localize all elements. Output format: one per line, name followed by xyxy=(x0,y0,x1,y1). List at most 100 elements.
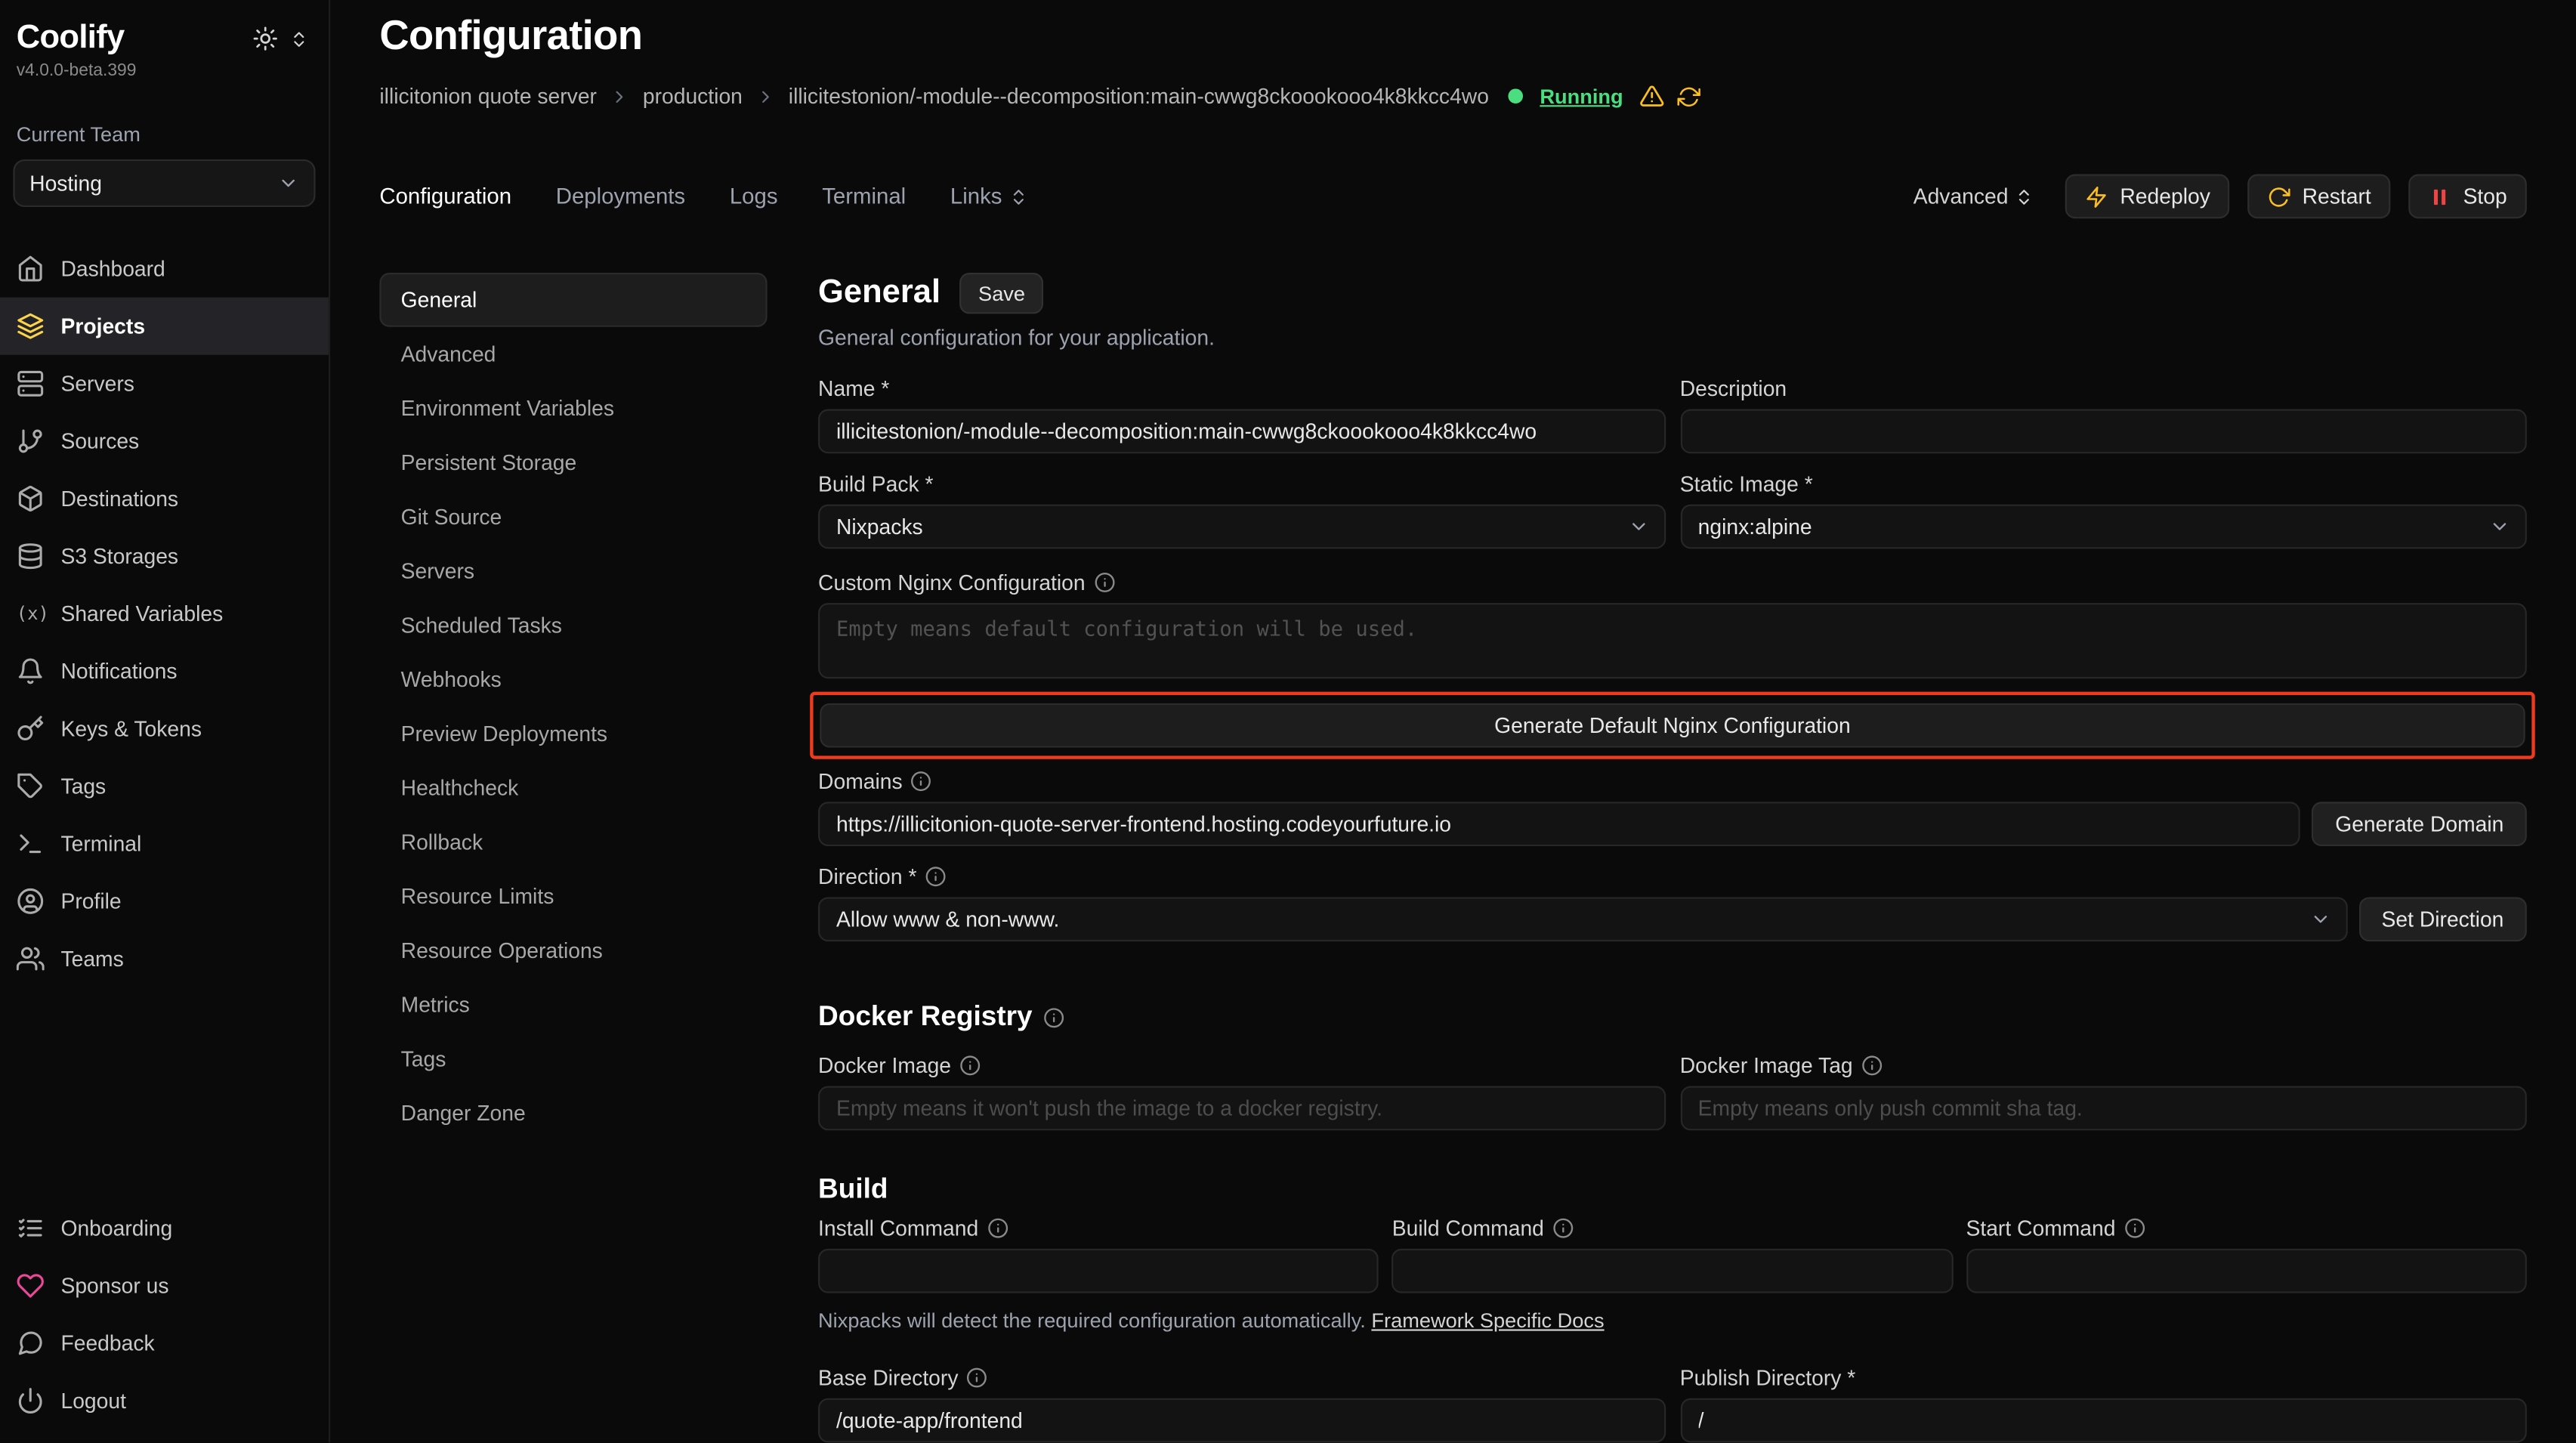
sidebar-item-servers[interactable]: Servers xyxy=(0,355,329,413)
sidebar-item-keys-tokens[interactable]: Keys & Tokens xyxy=(0,700,329,757)
config-nav-environment-variables[interactable]: Environment Variables xyxy=(379,382,767,436)
tab-terminal[interactable]: Terminal xyxy=(822,184,906,209)
sidebar-item-feedback[interactable]: Feedback xyxy=(0,1315,329,1372)
info-icon xyxy=(1044,1006,1065,1027)
chevron-down-icon xyxy=(2309,909,2330,930)
users-icon xyxy=(17,945,45,973)
sidebar-item-tags[interactable]: Tags xyxy=(0,758,329,815)
sidebar-item-label: Sources xyxy=(60,429,139,454)
build-pack-select[interactable]: Nixpacks xyxy=(818,505,1665,549)
nixpacks-helper-text: Nixpacks will detect the required config… xyxy=(818,1309,2527,1332)
info-icon xyxy=(959,1055,981,1076)
page-title: Configuration xyxy=(379,13,2526,60)
nginx-config-textarea[interactable] xyxy=(818,603,2527,678)
sidebar-item-label: Terminal xyxy=(60,831,141,856)
sidebar-item-logout[interactable]: Logout xyxy=(0,1372,329,1429)
chevrons-up-down-icon[interactable] xyxy=(289,29,309,48)
name-input[interactable] xyxy=(818,409,1665,454)
sidebar-item-teams[interactable]: Teams xyxy=(0,930,329,987)
config-subnav: General Advanced Environment Variables P… xyxy=(379,273,767,1140)
sidebar-item-sponsor[interactable]: Sponsor us xyxy=(0,1257,329,1315)
base-directory-field-group: Base Directory xyxy=(818,1365,1665,1442)
chevron-right-icon xyxy=(755,86,775,106)
save-button[interactable]: Save xyxy=(960,273,1043,314)
sidebar-item-dashboard[interactable]: Dashboard xyxy=(0,240,329,298)
base-directory-label: Base Directory xyxy=(818,1365,958,1390)
status-badge[interactable]: Running xyxy=(1540,85,1623,107)
config-nav-preview-deployments[interactable]: Preview Deployments xyxy=(379,706,767,761)
direction-select[interactable]: Allow www & non-www. xyxy=(818,897,2347,941)
config-nav-general[interactable]: General xyxy=(379,273,767,327)
publish-directory-input[interactable] xyxy=(1680,1398,2527,1443)
install-command-input[interactable] xyxy=(818,1249,1379,1293)
message-icon xyxy=(17,1329,45,1357)
breadcrumb-environment[interactable]: production xyxy=(643,84,743,109)
config-nav-metrics[interactable]: Metrics xyxy=(379,978,767,1032)
toolbar: Configuration Deployments Logs Terminal … xyxy=(379,175,2526,219)
sun-icon[interactable] xyxy=(253,26,278,51)
config-nav-git-source[interactable]: Git Source xyxy=(379,490,767,544)
config-nav-persistent-storage[interactable]: Persistent Storage xyxy=(379,435,767,490)
sidebar-item-profile[interactable]: Profile xyxy=(0,873,329,930)
description-input[interactable] xyxy=(1680,409,2527,454)
breadcrumb-application[interactable]: illicitestonion/-module--decomposition:m… xyxy=(789,84,1489,109)
sidebar-item-projects[interactable]: Projects xyxy=(0,298,329,355)
docker-image-input[interactable] xyxy=(818,1086,1665,1131)
tab-configuration[interactable]: Configuration xyxy=(379,184,511,209)
sidebar-item-shared-variables[interactable]: (x) Shared Variables xyxy=(0,585,329,642)
docker-image-tag-input[interactable] xyxy=(1680,1086,2527,1131)
config-nav-resource-limits[interactable]: Resource Limits xyxy=(379,869,767,923)
restart-icon xyxy=(2268,185,2290,208)
sidebar-item-terminal[interactable]: Terminal xyxy=(0,815,329,873)
tab-deployments[interactable]: Deployments xyxy=(556,184,685,209)
status-dot xyxy=(1509,88,1524,104)
framework-docs-link[interactable]: Framework Specific Docs xyxy=(1371,1309,1604,1332)
sidebar-item-onboarding[interactable]: Onboarding xyxy=(0,1200,329,1257)
base-directory-input[interactable] xyxy=(818,1398,1665,1443)
refresh-status-icon[interactable] xyxy=(1677,85,1700,107)
generate-domain-button[interactable]: Generate Domain xyxy=(2312,802,2527,846)
sidebar-item-label: Keys & Tokens xyxy=(60,716,202,741)
docker-image-label: Docker Image xyxy=(818,1053,951,1078)
sidebar-item-notifications[interactable]: Notifications xyxy=(0,642,329,700)
action-buttons: Advanced Redeploy Restart Stop xyxy=(1913,175,2527,219)
sidebar-item-destinations[interactable]: Destinations xyxy=(0,470,329,527)
build-command-input[interactable] xyxy=(1392,1249,1953,1293)
current-team-label: Current Team xyxy=(0,81,329,147)
config-nav-webhooks[interactable]: Webhooks xyxy=(379,652,767,706)
tab-links[interactable]: Links xyxy=(950,184,1028,209)
config-nav-tags[interactable]: Tags xyxy=(379,1032,767,1086)
config-nav-servers[interactable]: Servers xyxy=(379,544,767,598)
info-icon xyxy=(1552,1218,1574,1239)
sidebar-item-s3-storages[interactable]: S3 Storages xyxy=(0,527,329,585)
redeploy-button[interactable]: Redeploy xyxy=(2066,175,2230,219)
config-nav-advanced[interactable]: Advanced xyxy=(379,327,767,382)
docker-image-tag-field-group: Docker Image Tag xyxy=(1680,1053,2527,1130)
config-nav-scheduled-tasks[interactable]: Scheduled Tasks xyxy=(379,598,767,653)
config-nav-rollback[interactable]: Rollback xyxy=(379,815,767,870)
generate-nginx-config-button[interactable]: Generate Default Nginx Configuration xyxy=(820,703,2525,748)
sidebar-item-label: Sponsor us xyxy=(60,1273,168,1298)
publish-directory-label: Publish Directory * xyxy=(1680,1365,2527,1390)
restart-label: Restart xyxy=(2303,184,2371,209)
domains-field-group: Domains Generate Domain xyxy=(818,769,2527,846)
user-icon xyxy=(17,887,45,915)
nginx-config-field-group: Custom Nginx Configuration xyxy=(818,570,2527,679)
restart-button[interactable]: Restart xyxy=(2248,175,2391,219)
sidebar-item-sources[interactable]: Sources xyxy=(0,413,329,470)
static-image-select[interactable]: nginx:alpine xyxy=(1680,505,2527,549)
advanced-dropdown[interactable]: Advanced xyxy=(1913,184,2035,209)
breadcrumb-project[interactable]: illicitonion quote server xyxy=(379,84,597,109)
set-direction-button[interactable]: Set Direction xyxy=(2358,897,2527,941)
stop-button[interactable]: Stop xyxy=(2409,175,2527,219)
config-nav-resource-operations[interactable]: Resource Operations xyxy=(379,923,767,978)
config-nav-danger-zone[interactable]: Danger Zone xyxy=(379,1086,767,1141)
info-icon xyxy=(1861,1055,1883,1076)
team-selector[interactable]: Hosting xyxy=(13,159,315,207)
sidebar: Coolify v4.0.0-beta.399 Current Team Hos… xyxy=(0,0,330,1442)
tab-logs[interactable]: Logs xyxy=(730,184,778,209)
config-nav-healthcheck[interactable]: Healthcheck xyxy=(379,761,767,815)
sidebar-item-label: Tags xyxy=(60,774,106,799)
start-command-input[interactable] xyxy=(1966,1249,2526,1293)
domains-input[interactable] xyxy=(818,802,2300,846)
